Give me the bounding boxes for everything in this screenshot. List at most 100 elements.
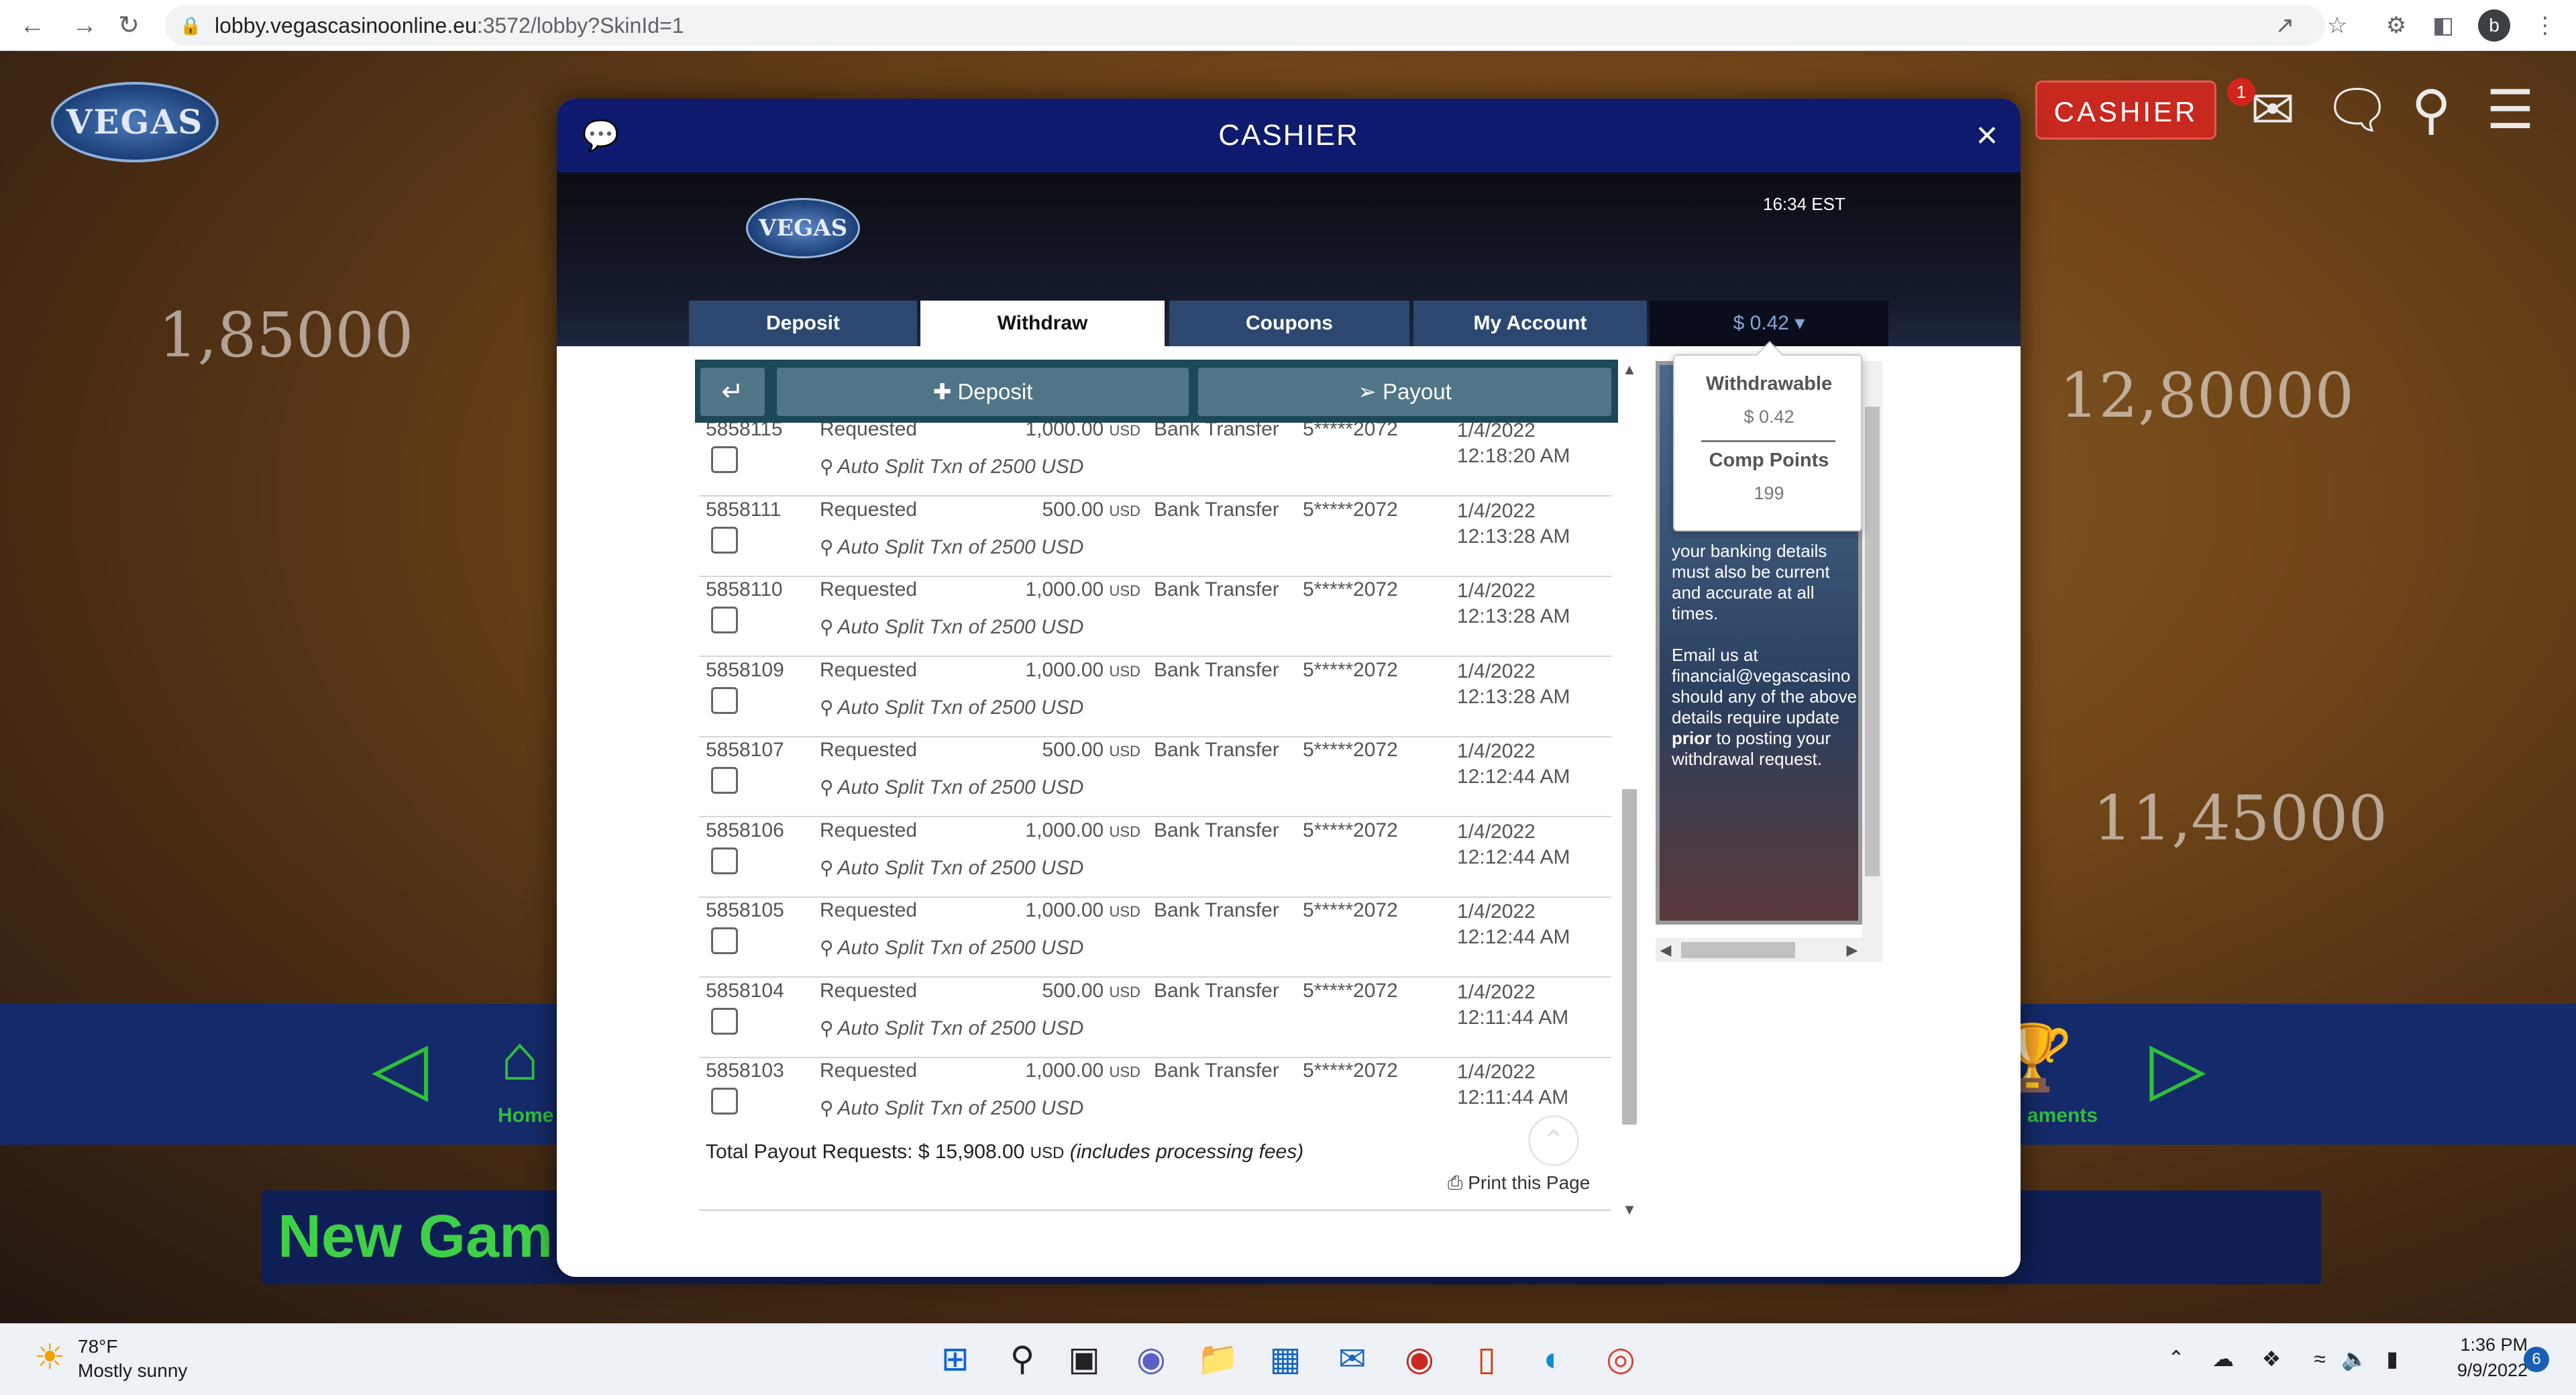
back-arrow-icon[interactable]: ↵ [700,368,765,416]
slot-value-2: 12,80000 [2059,360,2354,431]
office-icon[interactable]: ▯ [1465,1337,1508,1380]
chat-icon[interactable]: 🗨 [2322,79,2392,141]
clock-time[interactable]: 1:36 PM [2447,1335,2528,1355]
txn-account: 5*****2072 [1303,819,1398,841]
chevron-up-icon[interactable]: ⌃ [2161,1344,2191,1374]
task-view-icon[interactable]: ▣ [1063,1337,1106,1380]
txn-id: 5858105 [706,899,784,921]
txn-account: 5*****2072 [1303,578,1398,601]
scroll-to-top-icon[interactable]: ⌃ [1528,1115,1579,1166]
tab-deposit[interactable]: Deposit [689,301,917,346]
transaction-list[interactable]: 5858115 Requested 1,000.00 USD Bank Tran… [699,423,1611,1134]
info-text: your banking details must also be curren… [1672,541,1858,770]
txn-note: ⚲ Auto Split Txn of 2500 USD [820,616,1083,639]
scroll-up-icon[interactable]: ▲ [1618,360,1641,380]
extensions-icon[interactable]: ⚙ [2380,9,2412,42]
txn-date: 1/4/2022 [1457,499,1536,522]
search-icon[interactable]: ⚲ [2396,79,2466,141]
txn-note: Auto Split Txn of 2500 USD [837,937,1084,959]
search-icon[interactable]: ⚲ [1001,1337,1044,1380]
chevron-left-icon[interactable]: ◁ [372,1028,429,1108]
txn-id: 5858107 [706,739,784,761]
teams-chat-icon[interactable]: ◉ [1130,1337,1173,1380]
txn-note: ⚲ Auto Split Txn of 2500 USD [820,857,1083,880]
tab-coupons[interactable]: Coupons [1169,301,1409,346]
txn-datetime: 1/4/2022 12:13:28 AM [1457,659,1570,710]
forward-icon[interactable]: → [68,9,101,42]
txn-account: 5*****2072 [1303,498,1398,521]
print-page-link[interactable]: ⎙ Print this Page [1448,1172,1590,1194]
scrollbar-thumb[interactable] [1622,789,1637,1125]
txn-currency: USD [1109,502,1140,519]
chevron-right-icon[interactable]: ▷ [2149,1028,2206,1108]
chrome-icon[interactable]: ◎ [1599,1337,1642,1380]
dropbox-icon[interactable]: ❖ [2257,1344,2286,1374]
url-text[interactable]: lobby.vegascasinoonline.eu:3572/lobby?Sk… [215,5,684,46]
address-bar[interactable]: 🔒 lobby.vegascasinoonline.eu:3572/lobby?… [165,5,2325,46]
txn-checkbox[interactable] [711,446,738,473]
share-icon[interactable]: ↗ [2269,9,2301,42]
nav-label-tournaments[interactable]: aments [2027,1104,2098,1127]
weather-description[interactable]: Mostly sunny [78,1360,187,1382]
onedrive-cloud-icon[interactable]: ☁ [2208,1344,2238,1374]
txn-checkbox[interactable] [711,526,738,554]
back-icon[interactable]: ← [16,9,48,42]
close-icon[interactable]: × [1968,116,2006,154]
payout-button[interactable]: ➢ Payout [1198,368,1611,416]
txn-status: Requested [820,658,918,681]
vegas-logo[interactable]: VEGAS [51,82,219,162]
deposit-button[interactable]: ✚ Deposit [777,368,1189,416]
store-icon[interactable]: ▦ [1264,1337,1307,1380]
profile-avatar[interactable]: b [2478,9,2510,42]
scrollbar-thumb[interactable] [1681,942,1795,958]
transaction-scrollbar[interactable]: ▲ ▼ [1618,360,1641,1220]
printer-icon: ⎙ [1448,1172,1463,1193]
txn-checkbox[interactable] [711,607,738,633]
battery-icon[interactable]: ▮ [2377,1344,2407,1374]
info-scrollbar-horizontal[interactable]: ◀ ▶ [1656,938,1882,962]
txn-checkbox[interactable] [711,686,738,714]
nav-label-home[interactable]: Home [498,1104,553,1127]
txn-date: 1/4/2022 [1457,423,1536,442]
comment-icon: ⚲ [820,696,834,718]
scrollbar-thumb[interactable] [1865,407,1880,876]
txn-checkbox[interactable] [711,927,738,954]
info-scrollbar-vertical[interactable] [1862,361,1882,938]
hamburger-menu-icon[interactable]: ☰ [2475,79,2545,141]
expressvpn-icon[interactable]: ◉ [1398,1337,1441,1380]
txn-method: Bank Transfer [1154,1060,1279,1082]
txn-checkbox[interactable] [711,767,738,794]
scroll-left-icon[interactable]: ◀ [1656,938,1676,962]
tab-my-account[interactable]: My Account [1413,301,1647,346]
notification-badge[interactable]: 6 [2524,1347,2549,1372]
modal-header: 💬 CASHIER × [557,99,2021,172]
bookmark-star-icon[interactable]: ☆ [2321,9,2353,42]
cashier-button[interactable]: CASHIER [2035,81,2216,140]
reload-icon[interactable]: ↻ [113,9,145,42]
txn-checkbox[interactable] [711,1088,738,1115]
clock-date[interactable]: 9/9/2022 [2447,1360,2528,1381]
mail-icon[interactable]: ✉ [1331,1337,1374,1380]
weather-temperature[interactable]: 78°F [78,1336,117,1357]
file-explorer-icon[interactable]: 📁 [1197,1337,1240,1380]
txn-note: Auto Split Txn of 2500 USD [837,616,1084,638]
menu-kebab-icon[interactable]: ⋮ [2529,9,2561,42]
txn-date: 1/4/2022 [1457,820,1536,843]
scroll-down-icon[interactable]: ▼ [1618,1200,1641,1220]
txn-currency: USD [1109,423,1140,439]
scroll-right-icon[interactable]: ▶ [1842,938,1862,962]
tab-withdraw[interactable]: Withdraw [920,301,1165,348]
txn-checkbox[interactable] [711,847,738,874]
info-paragraph-1: your banking details must also be curren… [1672,541,1830,623]
windows-start-icon[interactable]: ⊞ [934,1337,977,1380]
txn-checkbox[interactable] [711,1007,738,1035]
balance-dropdown[interactable]: $ 0.42 ▾ [1650,301,1888,346]
edge-icon[interactable]: ◐ [1532,1337,1575,1380]
txn-status: Requested [820,819,918,841]
weather-sun-icon[interactable]: ☀ [31,1339,68,1376]
side-panel-icon[interactable]: ◧ [2427,9,2459,42]
txn-note: Auto Split Txn of 2500 USD [837,1017,1084,1039]
home-icon[interactable]: ⌂ [483,1021,557,1095]
volume-icon[interactable]: 🔈 [2340,1344,2369,1374]
wifi-icon[interactable]: ≈ [2305,1344,2334,1374]
